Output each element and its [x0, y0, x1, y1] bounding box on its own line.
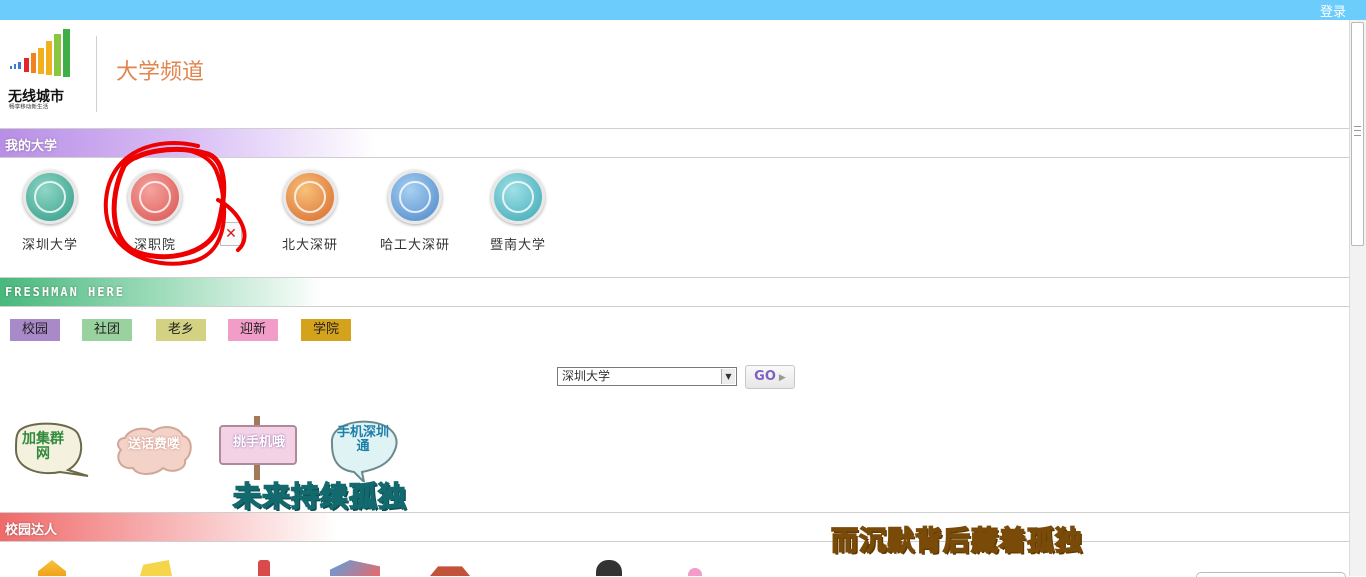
go-button[interactable]: GO ▶ — [745, 365, 795, 389]
university-name: 北大深研 — [281, 238, 338, 253]
tag-colleges[interactable]: 学院 — [301, 319, 351, 341]
login-box[interactable] — [1196, 572, 1346, 577]
university-select[interactable]: 深圳大学 ▼ — [557, 367, 737, 386]
sticker-pick-phone[interactable]: 挑手机哦 — [218, 416, 298, 480]
books-icon[interactable] — [330, 560, 380, 576]
tag-welcome[interactable]: 迎新 — [228, 319, 278, 341]
sticker-shenzhen-tong[interactable]: 手机深圳通 — [324, 418, 402, 486]
logo-subtext: 畅享移动新生活 — [9, 103, 49, 111]
section-title: 校园达人 — [5, 523, 58, 538]
annotation-red-circle — [103, 141, 247, 266]
lipstick-icon[interactable] — [258, 560, 270, 576]
person-icon[interactable] — [596, 560, 622, 576]
university-item[interactable]: 暨南大学 — [468, 170, 568, 253]
tag-campus[interactable]: 校园 — [10, 319, 60, 341]
university-badge-icon — [283, 170, 337, 224]
play-arrow-icon: ▶ — [778, 373, 786, 383]
overlay-text-2: 而沉默背后藏着孤独 — [830, 525, 1083, 558]
sticker-join-group[interactable]: 加集群网 — [12, 420, 90, 478]
top-bar — [0, 0, 1366, 20]
section-title: FRESHMAN HERE — [5, 285, 125, 299]
channel-title: 大学频道 — [116, 60, 205, 85]
flower-icon[interactable] — [688, 568, 702, 576]
note-icon[interactable] — [140, 560, 172, 576]
tag-hometown[interactable]: 老乡 — [156, 319, 206, 341]
section-title: 我的大学 — [5, 139, 58, 154]
select-value: 深圳大学 — [562, 369, 611, 383]
university-item[interactable]: 哈工大深研 — [365, 170, 465, 253]
university-item[interactable]: 北大深研 — [260, 170, 360, 253]
sticker-label: 挑手机哦 — [232, 435, 285, 450]
sticker-label: 加集群网 — [22, 431, 64, 463]
university-badge-icon — [388, 170, 442, 224]
sticker-label: 送话费喽 — [127, 437, 180, 452]
house-icon[interactable] — [38, 560, 66, 576]
university-badge-icon — [491, 170, 545, 224]
university-name: 深圳大学 — [21, 238, 78, 253]
overlay-text-1: 未来持续孤独 — [232, 479, 408, 514]
grip-icon — [1354, 126, 1361, 136]
section-campus-stars: 校园达人 — [0, 512, 1349, 542]
sticker-free-credit[interactable]: 送话费喽 — [113, 424, 193, 478]
university-name: 暨南大学 — [489, 238, 546, 253]
tag-clubs[interactable]: 社团 — [82, 319, 132, 341]
login-link[interactable]: 登录 — [1320, 1, 1346, 20]
university-badge-icon — [23, 170, 77, 224]
chevron-down-icon[interactable]: ▼ — [721, 369, 735, 384]
basket-icon[interactable] — [430, 566, 470, 576]
university-item[interactable]: 深圳大学 — [0, 170, 100, 253]
header-divider — [96, 36, 97, 112]
go-label: GO — [754, 369, 776, 384]
section-freshman: FRESHMAN HERE — [0, 277, 1349, 307]
university-name: 哈工大深研 — [379, 238, 450, 253]
sticker-label: 手机深圳通 — [336, 425, 389, 455]
